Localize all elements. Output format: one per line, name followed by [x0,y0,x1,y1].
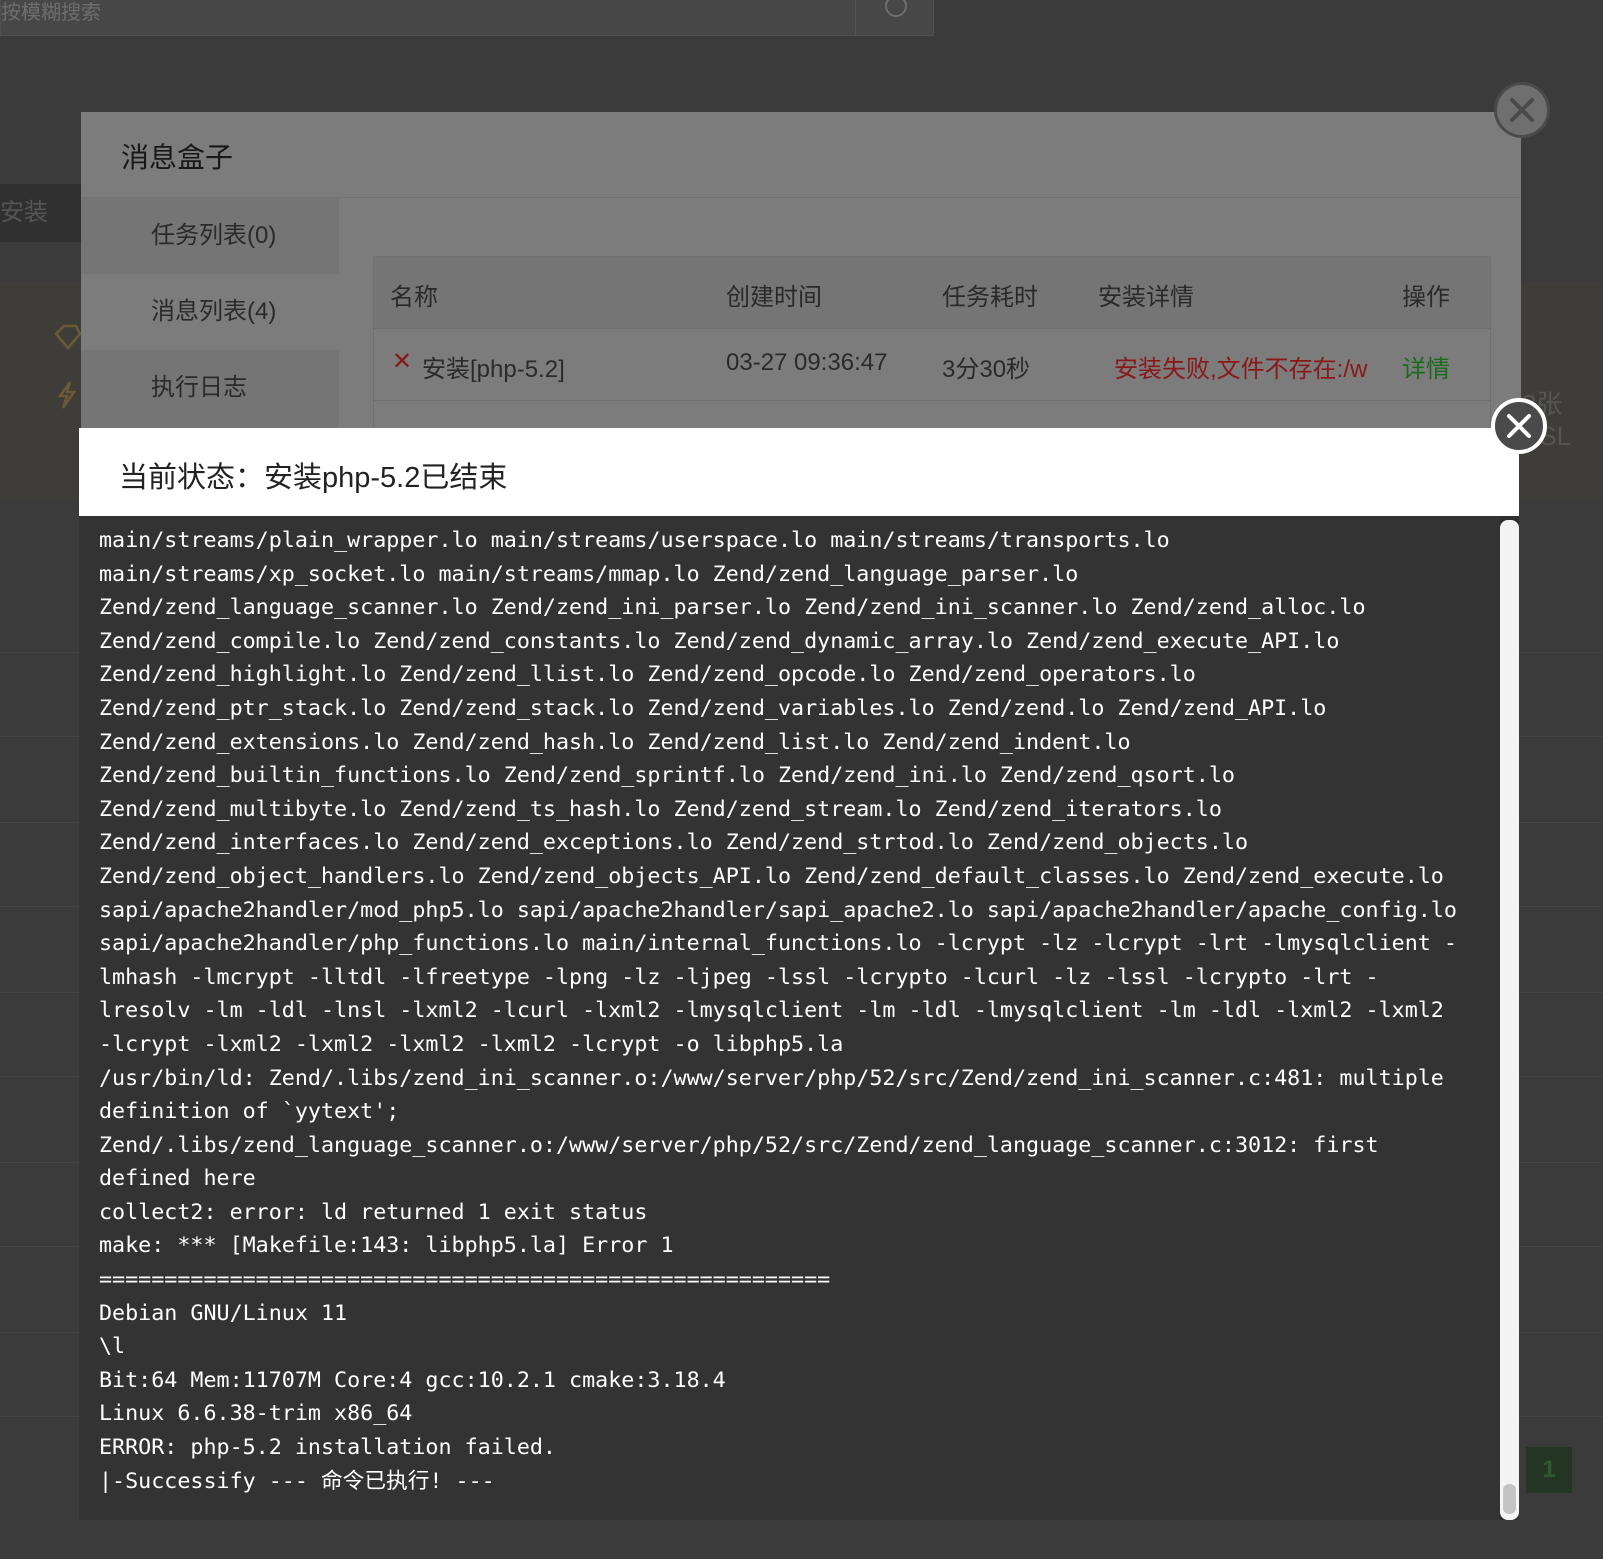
log-line: ========================================… [99,1267,831,1293]
log-line: Zend/zend_object_handlers.lo Zend/zend_o… [99,863,1444,889]
gem-icon [54,324,82,350]
column-header-name: 名称 [390,284,438,311]
column-header-created: 创建时间 [726,284,822,311]
message-box-title: 消息盒子 [121,142,234,173]
table-header: 名称 创建时间 任务耗时 安装详情 操作 [374,257,1490,329]
table-row: ✕ 安装[php-5.2] 03-27 09:36:47 3分30秒 安装失败,… [374,329,1490,401]
install-detail-status: 安装失败,文件不存在:/w [1114,356,1368,383]
background-page-button: 1 [1526,1447,1572,1493]
message-box-header: 消息盒子 [81,112,1521,198]
log-line: \l [99,1334,126,1360]
message-box-close-button[interactable] [1494,82,1550,138]
log-line: sapi/apache2handler/php_functions.lo mai… [99,931,1457,957]
log-line: ERROR: php-5.2 installation failed. [99,1435,556,1461]
log-line: main/streams/plain_wrapper.lo main/strea… [99,528,1170,553]
task-name: 安装[php-5.2] [422,356,565,383]
log-line: make: *** [Makefile:143: libphp5.la] Err… [99,1233,674,1259]
log-line: Debian GNU/Linux 11 [99,1300,348,1326]
log-line: |-Successify --- 命令已执行! --- [99,1468,495,1494]
sidebar-item-label: 执行日志 [151,374,247,401]
search-icon [885,0,907,17]
close-icon: ✕ [392,348,413,375]
log-line: lresolv -lm -ldl -lnsl -lxml2 -lcurl -lx… [99,998,1444,1024]
background-search-button [855,0,935,36]
column-header-duration: 任务耗时 [942,284,1038,311]
sidebar-item-label: 消息列表(4) [151,298,277,325]
log-line: Zend/zend_language_scanner.lo Zend/zend_… [99,595,1366,621]
log-line: sapi/apache2handler/mod_php5.lo sapi/apa… [99,897,1457,923]
log-line: Linux 6.6.38-trim x86_64 [99,1401,413,1427]
log-line: defined here [99,1166,256,1192]
log-output-area: main/streams/plain_wrapper.lo main/strea… [79,516,1499,1520]
log-line: Zend/zend_interfaces.lo Zend/zend_except… [99,830,1249,856]
log-line: Zend/zend_compile.lo Zend/zend_constants… [99,628,1340,654]
lightning-icon [57,381,77,409]
log-line: Zend/.libs/zend_language_scanner.o:/www/… [99,1132,1379,1158]
log-line: definition of `yytext'; [99,1099,400,1125]
message-box-sidebar: 任务列表(0) 消息列表(4) 执行日志 [81,198,339,432]
install-detail-cell: 安装失败,文件不存在:/w [1114,349,1376,384]
column-header-detail: 安装详情 [1098,284,1194,311]
log-line: Zend/zend_multibyte.lo Zend/zend_ts_hash… [99,796,1222,822]
current-status-text: 当前状态：安装php-5.2已结束 [119,462,508,494]
details-link[interactable]: 详情 [1402,349,1450,384]
log-line: collect2: error: ld returned 1 exit stat… [99,1199,648,1225]
install-log-dialog: 当前状态：安装php-5.2已结束 main/streams/plain_wra… [79,428,1519,1520]
log-output-text: main/streams/plain_wrapper.lo main/strea… [99,524,1489,1498]
column-header-action: 操作 [1402,284,1450,311]
task-created-time: 03-27 09:36:47 [726,349,888,376]
background-search-bar: 按模糊搜索 [0,0,934,36]
log-line: Zend/zend_builtin_functions.lo Zend/zend… [99,763,1235,789]
log-dialog-header: 当前状态：安装php-5.2已结束 [79,428,1519,516]
close-icon [1507,414,1531,438]
log-line: -lcrypt -lxml2 -lxml2 -lxml2 -lxml2 -lcr… [99,1031,844,1057]
log-scrollbar-grip[interactable] [1503,1484,1516,1514]
log-scrollbar-thumb[interactable] [1500,520,1519,1520]
background-search-placeholder: 按模糊搜索 [1,2,101,24]
sidebar-item-label: 任务列表(0) [151,222,277,249]
sidebar-item-message-list[interactable]: 消息列表(4) [81,274,339,350]
log-line: Zend/zend_ptr_stack.lo Zend/zend_stack.l… [99,695,1327,721]
background-install-tab-label: 安装 [0,199,48,226]
log-line: Zend/zend_highlight.lo Zend/zend_llist.l… [99,662,1196,688]
log-line: main/streams/xp_socket.lo main/streams/m… [99,561,1079,587]
log-line: lmhash -lmcrypt -lltdl -lfreetype -lpng … [99,964,1379,990]
log-dialog-close-button[interactable] [1491,398,1547,454]
log-line: /usr/bin/ld: Zend/.libs/zend_ini_scanner… [99,1065,1444,1091]
log-line: Bit:64 Mem:11707M Core:4 gcc:10.2.1 cmak… [99,1367,726,1393]
sidebar-item-task-list[interactable]: 任务列表(0) [81,198,339,274]
log-line: Zend/zend_extensions.lo Zend/zend_hash.l… [99,729,1131,755]
close-icon [1510,98,1534,122]
sidebar-item-exec-log[interactable]: 执行日志 [81,350,339,426]
task-duration: 3分30秒 [942,356,1031,383]
message-table: 名称 创建时间 任务耗时 安装详情 操作 ✕ 安装[php-5.2] 03-27… [373,256,1491,432]
message-box-dialog: 消息盒子 任务列表(0) 消息列表(4) 执行日志 名称 创建时间 任务耗时 安… [81,112,1521,432]
